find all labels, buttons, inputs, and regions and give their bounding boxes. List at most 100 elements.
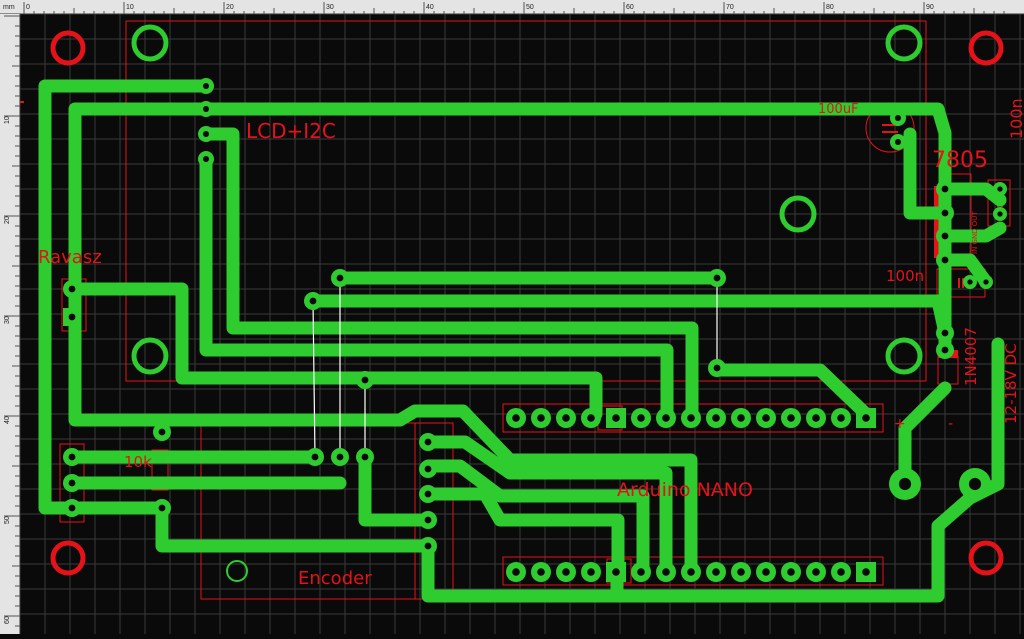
pad <box>631 408 651 428</box>
pad <box>63 308 81 326</box>
pad <box>936 227 954 245</box>
pad <box>731 408 751 428</box>
label-power: 12-18V DC <box>1002 343 1020 424</box>
pad <box>656 408 676 428</box>
pad <box>936 204 954 222</box>
pad <box>936 251 954 269</box>
label-plus: + <box>894 416 906 432</box>
ruler-tick-label: 40 <box>4 416 11 424</box>
label-diode: 1N4007 <box>962 327 980 386</box>
pad <box>606 408 626 428</box>
pad <box>806 562 826 582</box>
ruler-tick-label: 10 <box>126 4 134 11</box>
pad <box>936 180 954 198</box>
pad <box>63 280 81 298</box>
ruler-tick-label: 90 <box>926 4 934 11</box>
ruler-tick-label: 60 <box>626 4 634 11</box>
pad <box>581 562 601 582</box>
lcd-mount-hole <box>885 337 923 375</box>
pad <box>63 474 81 492</box>
pad <box>781 562 801 582</box>
pcb-editor: mm 0 10 20 30 40 50 60 70 80 90 10 20 30 40 50 60 <box>0 0 1024 634</box>
pad <box>419 433 437 451</box>
pad <box>556 562 576 582</box>
ruler-tick-label: 50 <box>526 4 534 11</box>
ruler-tick-label: 50 <box>4 516 11 524</box>
ruler-tick-label: 30 <box>326 4 334 11</box>
pad <box>993 182 1007 196</box>
ruler-tick-label: 30 <box>4 316 11 324</box>
ruler-tick-label: 80 <box>826 4 834 11</box>
pad <box>419 485 437 503</box>
label-100uf: 100uF <box>818 102 859 117</box>
pad <box>831 562 851 582</box>
pad <box>681 408 701 428</box>
label-7805: 7805 <box>932 148 988 173</box>
label-100n-mid: 100n <box>886 267 924 285</box>
label-encoder: Encoder <box>298 568 372 589</box>
ruler-tick-label: 10 <box>4 116 11 124</box>
diode-outline <box>937 355 959 385</box>
vertical-ruler[interactable]: 10 20 30 40 50 60 <box>0 14 20 634</box>
pad <box>890 134 906 150</box>
label-arduino: Arduino NANO <box>617 479 753 501</box>
pad <box>706 562 726 582</box>
mounting-hole <box>968 30 1004 66</box>
pad <box>708 359 726 377</box>
trace <box>898 381 952 483</box>
pad <box>304 292 322 310</box>
pad <box>708 269 726 287</box>
label-ravasz: Ravasz <box>38 247 102 268</box>
pad <box>959 468 991 500</box>
ruler-tick-label: 0 <box>26 4 30 11</box>
pad <box>63 448 81 466</box>
ruler-tick-label: 70 <box>726 4 734 11</box>
pad <box>890 110 906 126</box>
ruler-tick-label: 40 <box>426 4 434 11</box>
trace <box>710 363 873 421</box>
pad <box>806 408 826 428</box>
pad <box>531 408 551 428</box>
ruler-tick-label: 20 <box>226 4 234 11</box>
pad <box>681 562 701 582</box>
mounting-hole <box>968 540 1004 576</box>
pad <box>963 275 977 289</box>
horizontal-ruler[interactable]: mm 0 10 20 30 40 50 60 70 80 90 <box>0 0 1024 14</box>
pad <box>936 341 954 359</box>
pad <box>331 269 349 287</box>
vertical-ruler-scale: 10 20 30 40 50 60 <box>4 15 20 627</box>
ruler-tick-label: 60 <box>4 616 11 624</box>
pad <box>831 408 851 428</box>
pad <box>993 207 1007 221</box>
label-100n-top: 100n <box>1007 98 1024 139</box>
pad <box>856 562 876 582</box>
pad <box>936 324 954 342</box>
pad <box>581 408 601 428</box>
pad <box>356 371 374 389</box>
pad <box>153 423 171 441</box>
pad <box>756 408 776 428</box>
pad <box>979 275 993 289</box>
label-lcd: LCD+I2C <box>246 119 336 143</box>
pad <box>656 562 676 582</box>
pad <box>419 460 437 478</box>
silkscreen-marks <box>20 101 1003 358</box>
pad <box>356 448 374 466</box>
pad <box>731 562 751 582</box>
ruler-unit-label: mm <box>3 4 15 11</box>
pad <box>331 448 349 466</box>
pad <box>556 408 576 428</box>
pad <box>306 448 324 466</box>
pad <box>198 126 214 142</box>
mounting-hole <box>50 540 86 576</box>
pcb-board-canvas[interactable]: LCD+I2C Ravasz 100uF 7805 100n 10k Ardui… <box>20 14 1024 634</box>
pad <box>606 562 626 582</box>
label-regulator-pins: IN GND OUT <box>971 211 979 254</box>
pad <box>419 537 437 555</box>
pad <box>856 408 876 428</box>
trace <box>421 487 625 579</box>
pad <box>889 468 921 500</box>
pad <box>631 562 651 582</box>
pad <box>756 562 776 582</box>
copper-traces <box>38 79 1007 603</box>
